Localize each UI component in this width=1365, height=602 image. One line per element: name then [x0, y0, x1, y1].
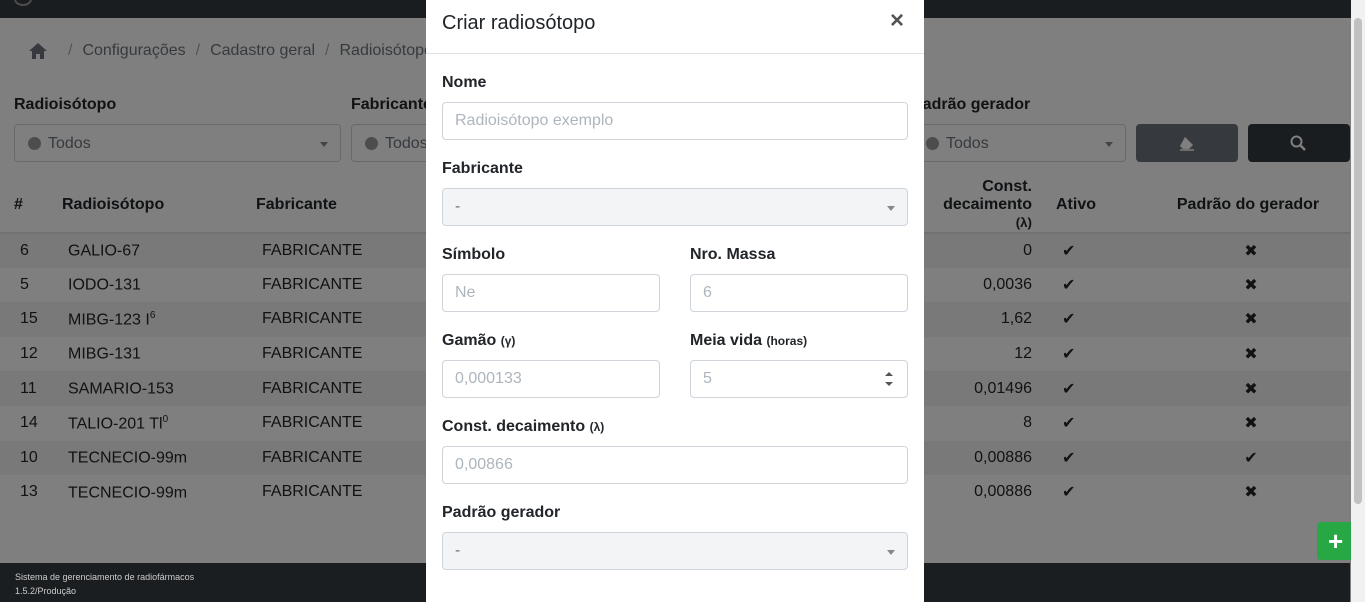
modal-title: Criar radiosótopo — [442, 12, 596, 34]
nro-massa-label: Nro. Massa — [690, 246, 776, 263]
close-icon[interactable]: × — [890, 7, 904, 35]
footer-version: 1.5.2/Produção — [15, 586, 77, 596]
footer-system-name: Sistema de gerenciamento de radiofármaco… — [15, 572, 195, 582]
simbolo-label: Símbolo — [442, 246, 506, 263]
add-radioisotope-button[interactable]: + — [1317, 522, 1355, 560]
simbolo-input[interactable] — [442, 274, 660, 312]
number-spinner-icon[interactable] — [884, 369, 894, 389]
modal-header: Criar radiosótopo × — [426, 0, 924, 54]
meia-vida-input[interactable] — [690, 360, 908, 398]
nome-input[interactable] — [442, 102, 908, 140]
nro-massa-input[interactable] — [690, 274, 908, 312]
const-decaimento-input[interactable] — [442, 446, 908, 484]
fabricante-label: Fabricante — [442, 160, 523, 177]
meia-vida-field — [690, 360, 908, 398]
padrao-gerador-select[interactable]: - — [442, 532, 908, 570]
plus-icon: + — [1328, 526, 1344, 556]
padrao-gerador-label: Padrão gerador — [442, 504, 561, 521]
chevron-down-icon — [887, 206, 895, 211]
fabricante-select[interactable]: - — [442, 188, 908, 226]
scrollbar[interactable] — [1351, 0, 1365, 602]
create-radioisotope-modal: Criar radiosótopo × Nome Fabricante - Sí… — [426, 0, 924, 602]
gamao-label: Gamão (γ) — [442, 332, 516, 349]
meia-vida-label: Meia vida (horas) — [690, 332, 808, 349]
chevron-down-icon — [887, 550, 895, 555]
gamao-input[interactable] — [442, 360, 660, 398]
nome-label: Nome — [442, 74, 487, 91]
const-decaimento-label: Const. decaimento (λ) — [442, 418, 605, 435]
